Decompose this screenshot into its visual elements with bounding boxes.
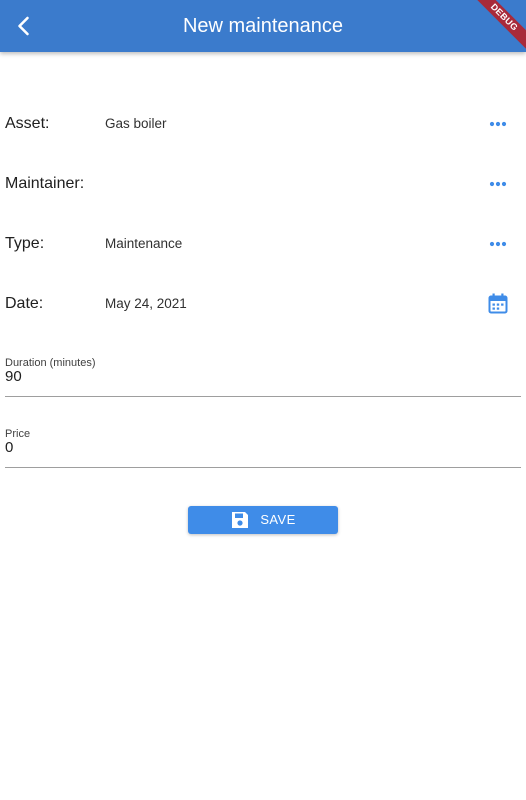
- maintainer-select-button[interactable]: [484, 170, 512, 198]
- type-row: Type: Maintenance: [0, 224, 526, 264]
- asset-row: Asset: Gas boiler: [0, 104, 526, 144]
- more-horiz-icon: [489, 181, 507, 187]
- date-label: Date:: [5, 295, 44, 312]
- asset-value: Gas boiler: [105, 116, 167, 131]
- type-label: Type:: [5, 235, 45, 252]
- asset-select-button[interactable]: [484, 110, 512, 138]
- date-row: Date: May 24, 2021: [0, 284, 526, 324]
- duration-field: Duration (minutes): [5, 356, 521, 397]
- price-field: Price: [5, 427, 521, 468]
- maintainer-label: Maintainer:: [5, 175, 85, 192]
- save-button-label: SAVE: [260, 512, 296, 527]
- save-button[interactable]: SAVE: [188, 506, 338, 534]
- app-screen: New maintenance DEBUG Asset: Gas boiler …: [0, 0, 526, 800]
- calendar-icon: [488, 293, 508, 315]
- app-bar: New maintenance: [0, 0, 526, 52]
- maintainer-row: Maintainer:: [0, 164, 526, 204]
- asset-label: Asset:: [5, 115, 50, 132]
- more-horiz-icon: [489, 241, 507, 247]
- type-select-button[interactable]: [484, 230, 512, 258]
- type-value: Maintenance: [105, 236, 183, 251]
- duration-input[interactable]: [5, 368, 521, 386]
- more-horiz-icon: [489, 121, 507, 127]
- page-title: New maintenance: [182, 15, 344, 37]
- price-input[interactable]: [5, 439, 521, 457]
- save-icon: [230, 510, 250, 530]
- date-picker-button[interactable]: [484, 290, 512, 318]
- date-value: May 24, 2021: [105, 296, 187, 311]
